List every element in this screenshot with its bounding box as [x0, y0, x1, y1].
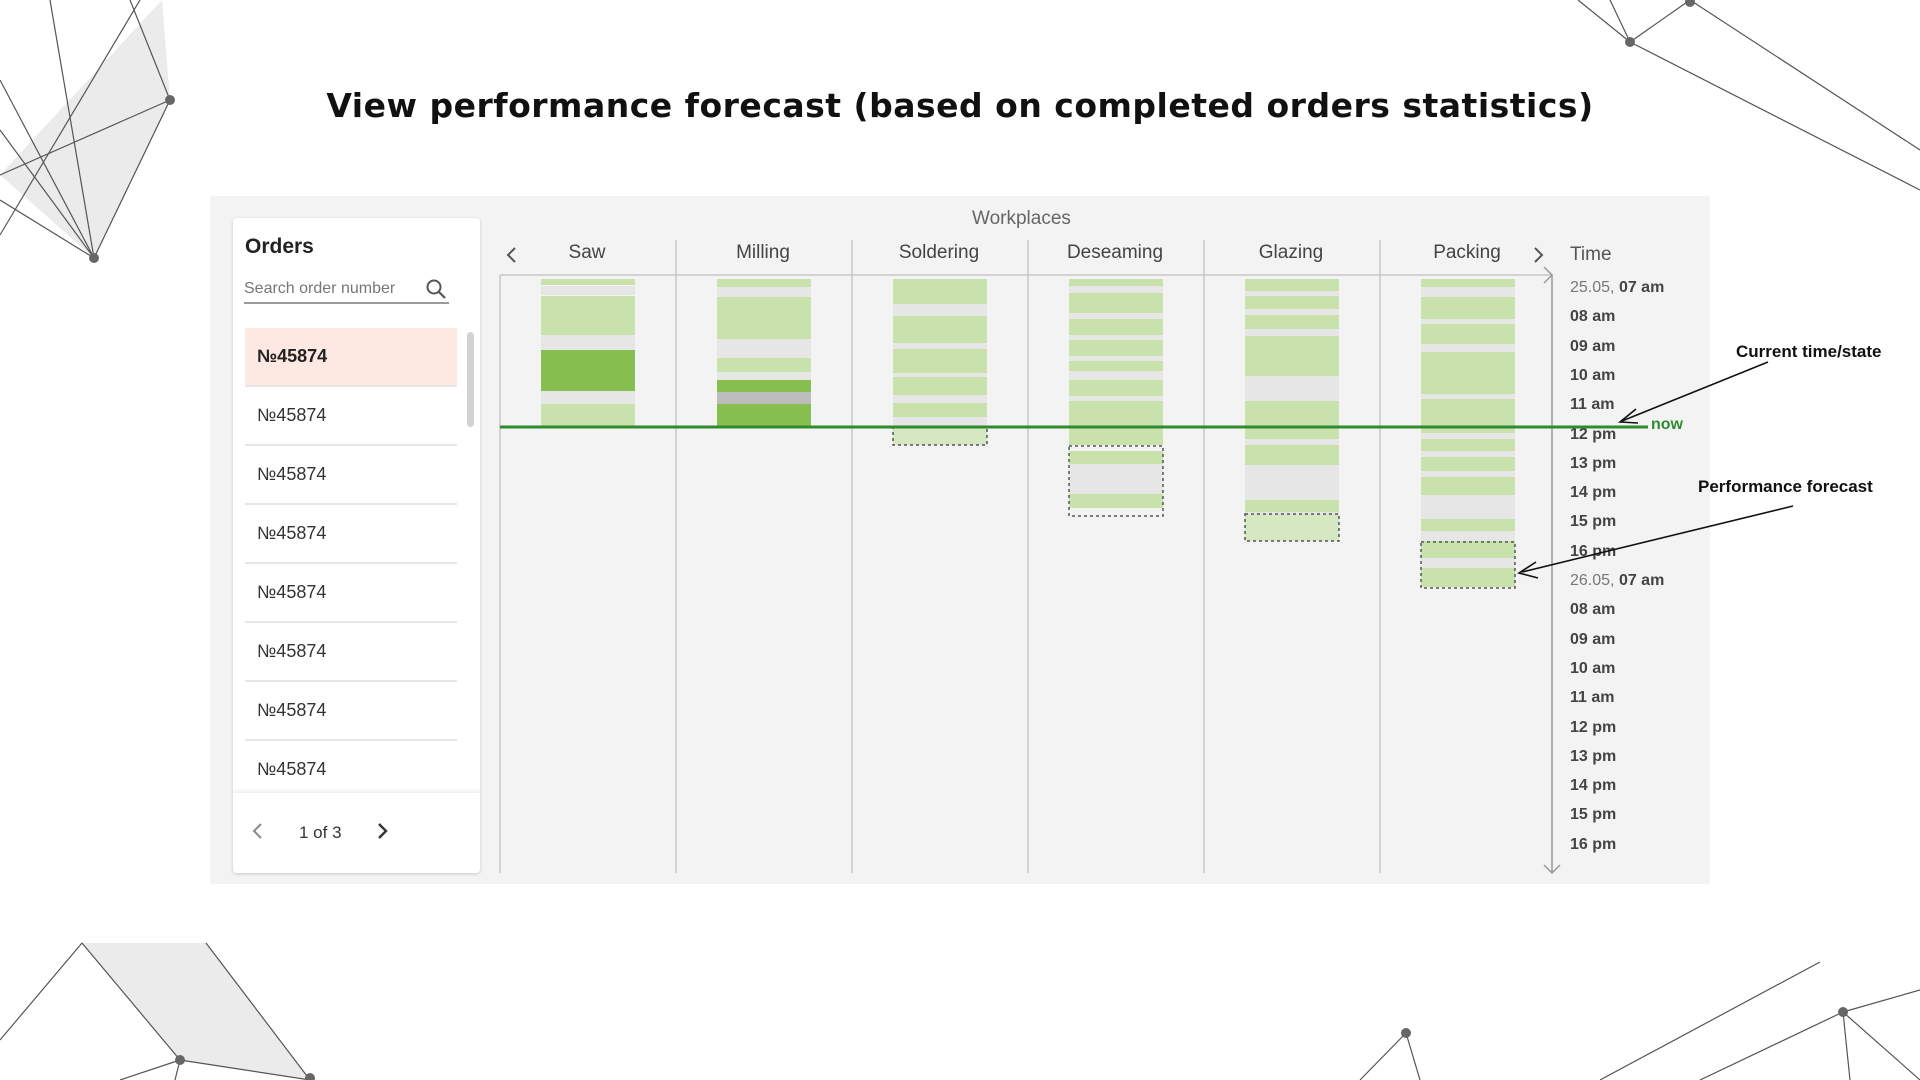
annotation-current-time: Current time/state — [1736, 342, 1882, 361]
annotation-arrow-current — [1621, 361, 1769, 422]
annotation-forecast: Performance forecast — [1698, 477, 1873, 496]
annotation-arrow-forecast — [1521, 505, 1794, 573]
annotation-arrows — [1517, 361, 1794, 579]
